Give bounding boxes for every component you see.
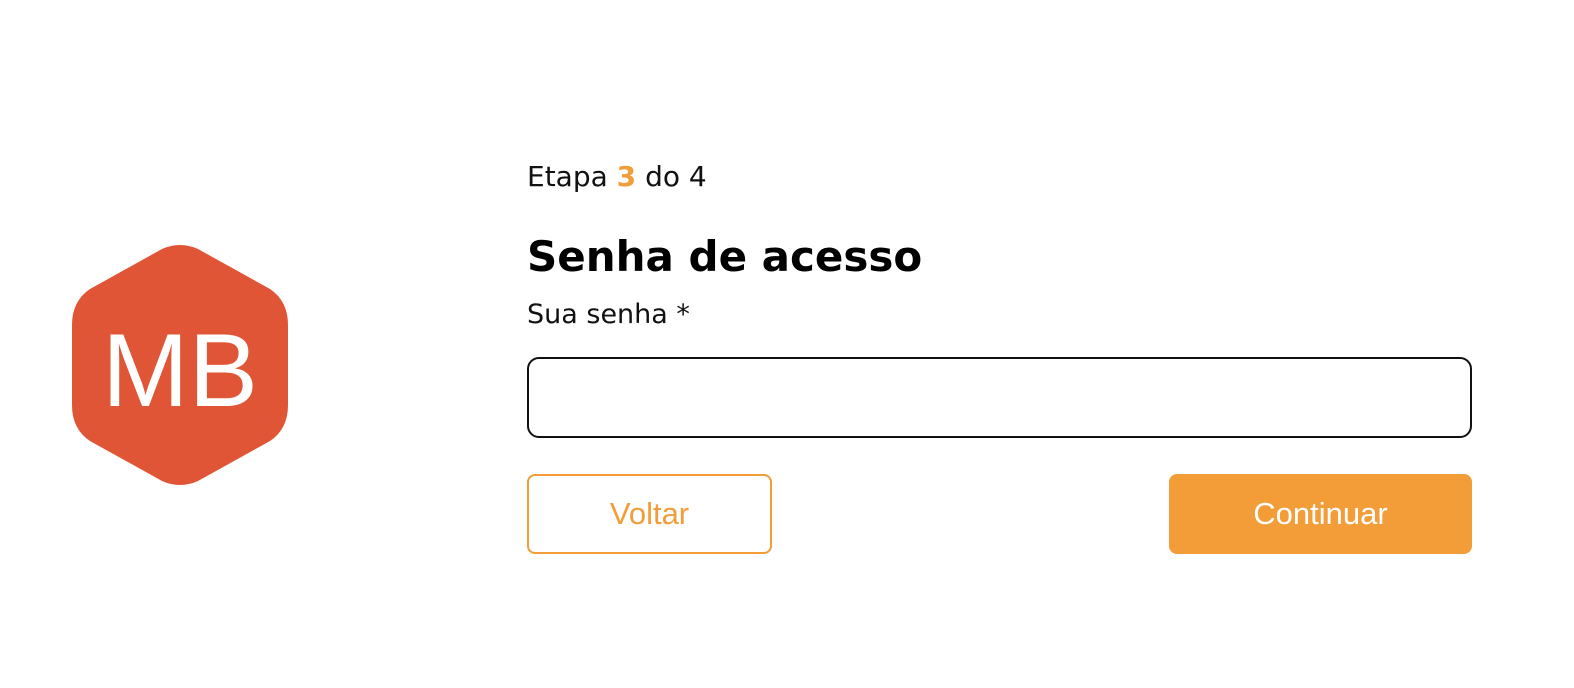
step-separator: do [645, 160, 680, 193]
continue-button[interactable]: Continuar [1169, 474, 1472, 554]
password-label: Sua senha * [527, 299, 690, 330]
mb-hexagon-logo-icon: MB [72, 245, 288, 485]
step-indicator: Etapa 3 do 4 [527, 160, 707, 193]
step-prefix: Etapa [527, 160, 608, 193]
password-input[interactable] [527, 357, 1472, 438]
step-total: 4 [688, 160, 707, 193]
logo-text: MB [102, 313, 258, 429]
back-button[interactable]: Voltar [527, 474, 772, 554]
brand-logo: MB [70, 245, 290, 485]
step-current: 3 [616, 160, 637, 193]
page-title: Senha de acesso [527, 232, 923, 281]
